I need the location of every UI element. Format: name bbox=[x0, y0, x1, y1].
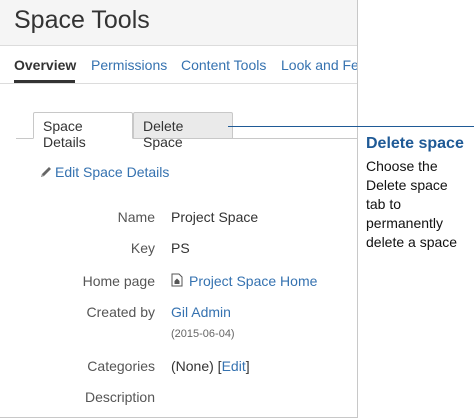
creator-link[interactable]: Gil Admin bbox=[171, 304, 231, 320]
tab-delete-space[interactable]: Delete Space bbox=[133, 112, 233, 150]
page-home-icon bbox=[171, 273, 183, 287]
edit-categories-link[interactable]: Edit bbox=[222, 358, 246, 374]
edit-space-details-label: Edit Space Details bbox=[55, 164, 170, 180]
page-title: Space Tools bbox=[14, 6, 150, 34]
callout-line-4: permanently bbox=[366, 215, 444, 231]
nav-tab-look-and-feel[interactable]: Look and Fee bbox=[281, 57, 357, 73]
header: Space Tools bbox=[0, 0, 357, 46]
callout-line-3: tab to bbox=[366, 196, 402, 212]
categories-value: (None) [Edit] bbox=[171, 358, 250, 374]
active-tab-indicator bbox=[14, 80, 75, 83]
callout-body: Choose the Delete space tab to permanent… bbox=[366, 157, 474, 252]
callout-pointer-line bbox=[228, 126, 474, 127]
description-label: Description bbox=[84, 389, 155, 405]
callout-line-2: Delete space bbox=[366, 177, 448, 193]
home-page-label: Home page bbox=[82, 273, 155, 289]
created-by-label: Created by bbox=[86, 304, 155, 320]
callout-line-1: Choose the bbox=[366, 158, 438, 174]
pencil-icon bbox=[41, 167, 51, 177]
key-value: PS bbox=[171, 240, 190, 256]
categories-bracket-close: ] bbox=[245, 358, 250, 374]
home-page-link[interactable]: Project Space Home bbox=[189, 273, 317, 289]
name-value: Project Space bbox=[171, 209, 259, 225]
space-tools-panel: Space Tools Overview Permissions Content… bbox=[0, 0, 358, 418]
key-label: Key bbox=[130, 240, 155, 256]
nav-tab-content-tools[interactable]: Content Tools bbox=[181, 57, 266, 73]
created-date: (2015-06-04) bbox=[171, 328, 235, 340]
tab-space-details[interactable]: Space Details bbox=[33, 112, 133, 150]
space-tools-nav: Overview Permissions Content Tools Look … bbox=[0, 46, 357, 84]
nav-tab-overview[interactable]: Overview bbox=[14, 57, 76, 73]
callout-line-5: delete a space bbox=[366, 234, 458, 250]
name-label: Name bbox=[117, 209, 155, 225]
nav-tab-permissions[interactable]: Permissions bbox=[91, 57, 167, 73]
categories-none-text: (None) [ bbox=[171, 358, 222, 374]
callout-heading: Delete space bbox=[366, 135, 464, 152]
categories-label: Categories bbox=[87, 358, 155, 374]
